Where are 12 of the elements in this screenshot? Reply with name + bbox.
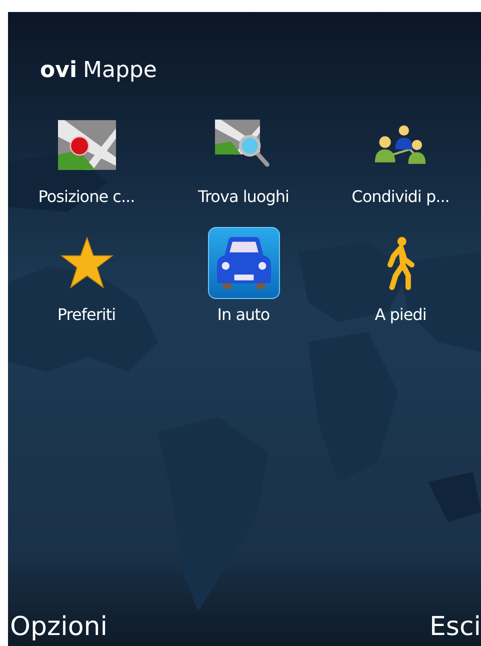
menu-item[interactable]: Condividi p... [322, 109, 479, 227]
menu-item[interactable]: Posizione c... [8, 109, 165, 227]
brand-logo-text: ovi [40, 58, 77, 83]
options-softkey[interactable]: Opzioni [8, 612, 108, 642]
app-title: Mappe [83, 58, 157, 83]
car-icon [214, 236, 272, 290]
menu-item[interactable]: A piedi [322, 227, 479, 345]
menu-item[interactable]: Trova luoghi [165, 109, 322, 227]
exit-softkey[interactable]: Esci [428, 612, 481, 642]
menu-item[interactable]: In auto [165, 227, 322, 345]
menu-item[interactable]: Preferiti [8, 227, 165, 345]
map-pin-icon [58, 118, 116, 172]
